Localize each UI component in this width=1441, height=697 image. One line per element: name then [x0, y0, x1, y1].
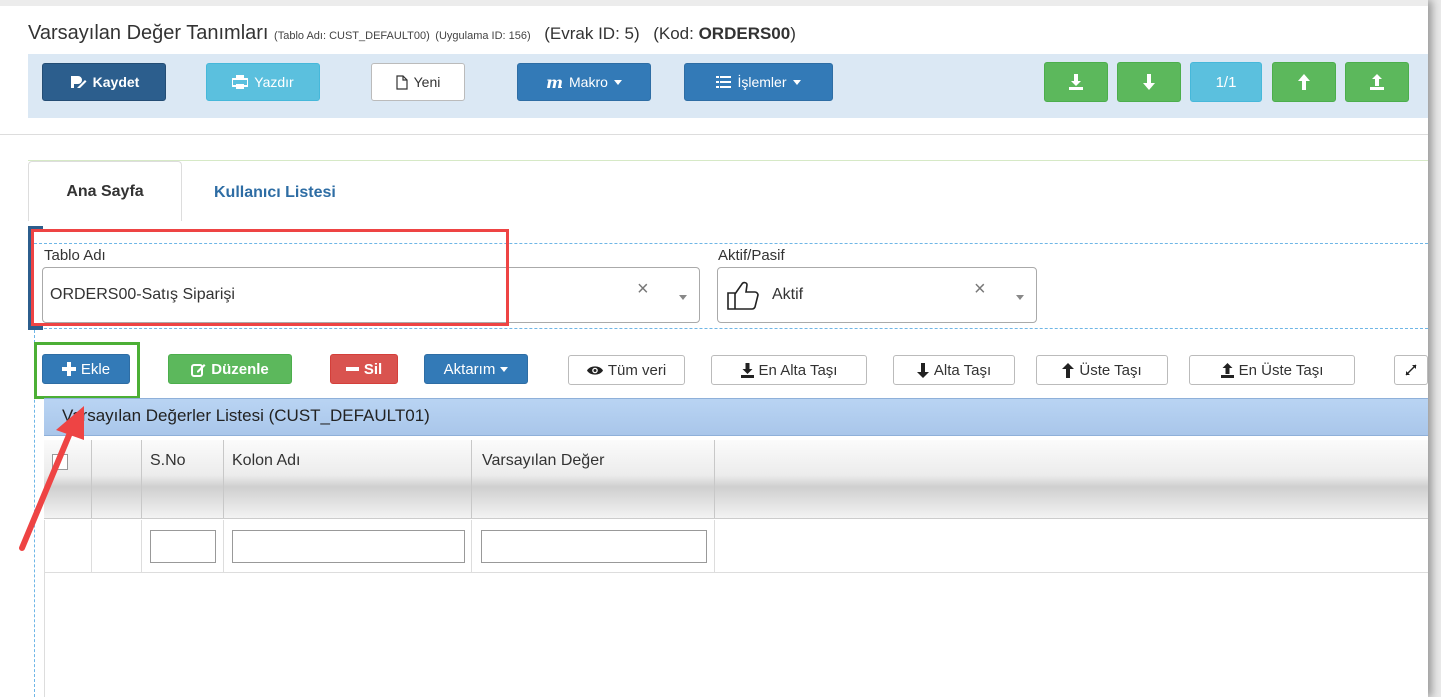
annotation-arrow	[19, 406, 84, 551]
page: Varsayılan Değer Tanımları (Tablo Adı: C…	[0, 0, 1428, 697]
